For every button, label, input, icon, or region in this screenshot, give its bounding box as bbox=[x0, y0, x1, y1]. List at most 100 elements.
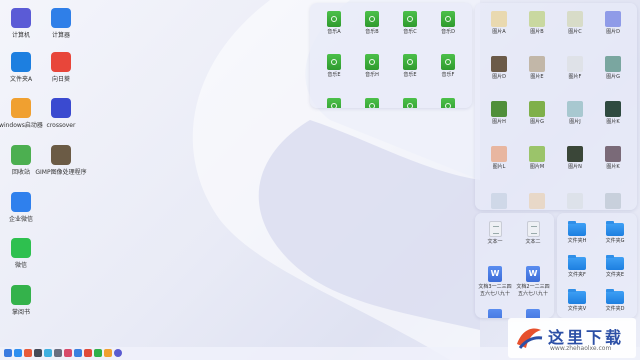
document-label: 文本二 bbox=[525, 239, 541, 245]
photo-file[interactable]: 图片E bbox=[519, 56, 555, 81]
photo-thumbnail-icon bbox=[491, 101, 507, 117]
photo-file[interactable]: 图片G bbox=[519, 101, 555, 126]
document-label: 文档3一二三四五六七八九十 bbox=[478, 284, 512, 297]
chat-icon[interactable] bbox=[94, 349, 102, 357]
photo-file-label: 图片D bbox=[492, 74, 506, 80]
music-file[interactable]: 音乐H bbox=[354, 54, 390, 79]
music-file[interactable]: 音乐B bbox=[354, 11, 390, 36]
photo-thumbnail-icon bbox=[567, 56, 583, 72]
terminal-icon[interactable] bbox=[34, 349, 42, 357]
store-icon[interactable] bbox=[44, 349, 52, 357]
wechat-icon bbox=[11, 238, 31, 258]
music-file-label: 音乐F bbox=[441, 72, 455, 78]
folder-item[interactable]: 文件夹H bbox=[559, 221, 595, 245]
documents-panel[interactable]: 文本一 文本二 W 文档3一二三四五六七八九十 W 文档2一二三四五六七八九十 bbox=[475, 213, 554, 318]
music-panel[interactable]: 音乐A 音乐B 音乐C 音乐D 音乐E 音乐H 音乐E 音乐F bbox=[310, 3, 472, 108]
music-player-icon[interactable] bbox=[74, 349, 82, 357]
photo-file[interactable]: 图片D bbox=[595, 11, 631, 36]
folder-item[interactable]: 文件夹G bbox=[597, 221, 633, 245]
folders-panel[interactable]: 文件夹H 文件夹G 文件夹F 文件夹E 文件夹V 文件夹D bbox=[557, 213, 637, 318]
windows-launcher-icon bbox=[11, 98, 31, 118]
music-file[interactable]: 音乐D bbox=[430, 11, 466, 36]
chrome-icon[interactable] bbox=[104, 349, 112, 357]
photo-file[interactable]: 图片C bbox=[557, 11, 593, 36]
clock-icon[interactable] bbox=[114, 349, 122, 357]
photo-thumbnail-icon bbox=[567, 101, 583, 117]
folder-label: 文件夹D bbox=[605, 306, 625, 312]
word-document[interactable]: W 文档2一二三四五六七八九十 bbox=[515, 266, 551, 298]
mail-icon[interactable] bbox=[64, 349, 72, 357]
folder-icon bbox=[606, 255, 624, 270]
music-file-icon bbox=[403, 11, 417, 27]
desktop-icon-wechat[interactable]: 微信 bbox=[0, 238, 52, 270]
photo-thumbnail-icon bbox=[529, 193, 545, 209]
launcher-icon[interactable] bbox=[4, 349, 12, 357]
calculator-icon bbox=[51, 8, 71, 28]
folder-item[interactable]: 文件夹F bbox=[559, 255, 595, 279]
text-document[interactable]: 文本一 bbox=[477, 221, 513, 246]
photo-thumbnail-icon bbox=[491, 11, 507, 27]
folder-item[interactable]: 文件夹E bbox=[597, 255, 633, 279]
photo-file-label: 图片M bbox=[529, 164, 545, 170]
text-document-icon bbox=[488, 221, 502, 237]
music-file[interactable]: 音乐E bbox=[316, 54, 352, 79]
file-manager-icon[interactable] bbox=[14, 349, 22, 357]
photo-file[interactable]: 图片F bbox=[557, 56, 593, 81]
photo-file[interactable]: 图片K bbox=[595, 101, 631, 126]
music-file[interactable]: 音乐C bbox=[392, 11, 428, 36]
music-file[interactable]: 音乐E bbox=[392, 54, 428, 79]
desktop-icon-sunflower-remote[interactable]: 向日葵 bbox=[30, 52, 92, 84]
photo-thumbnail-icon bbox=[529, 146, 545, 162]
photo-file[interactable]: 图片N bbox=[557, 146, 593, 171]
photo-file[interactable]: 图片L bbox=[481, 146, 517, 171]
photo-file-label: 图片B bbox=[530, 29, 544, 35]
word-document-icon: W bbox=[526, 266, 540, 282]
document-label: 文档2一二三四五六七八九十 bbox=[516, 284, 550, 297]
music-file-icon bbox=[403, 54, 417, 70]
photo-file-label: 图片J bbox=[569, 119, 581, 125]
folder-icon bbox=[606, 289, 624, 304]
photo-file[interactable]: 图片A bbox=[481, 11, 517, 36]
photo-file[interactable]: 图片J bbox=[557, 101, 593, 126]
desktop-icon-wecom[interactable]: 企业微信 bbox=[0, 192, 52, 224]
word-document[interactable]: W 文档3一二三四五六七八九十 bbox=[477, 266, 513, 298]
folder-item[interactable]: 文件夹V bbox=[559, 289, 595, 313]
photo-thumbnail-icon bbox=[491, 146, 507, 162]
photo-file[interactable]: 图片M bbox=[519, 146, 555, 171]
photo-file[interactable]: 图片H bbox=[481, 101, 517, 126]
computer-icon bbox=[11, 8, 31, 28]
text-document[interactable]: 文本二 bbox=[515, 221, 551, 246]
music-file[interactable]: 音乐A bbox=[316, 11, 352, 36]
photo-file-label: 图片H bbox=[492, 119, 506, 125]
photo-file[interactable]: 图片K bbox=[595, 146, 631, 171]
desktop-icon-gimp[interactable]: GIMP图像处理程序 bbox=[30, 145, 92, 177]
video-icon[interactable] bbox=[84, 349, 92, 357]
word-document-icon: W bbox=[488, 266, 502, 282]
trash-icon bbox=[11, 145, 31, 165]
folder-label: 文件夹V bbox=[567, 306, 587, 312]
photo-panel[interactable]: 图片A 图片B 图片C 图片D 图片D 图片E 图片F 图片G 图片H 图片G 图片J 图片K 图片L 图… bbox=[475, 3, 637, 210]
folder-item[interactable]: 文件夹D bbox=[597, 289, 633, 313]
photo-file-label: 图片K bbox=[606, 164, 620, 170]
photo-file[interactable]: 图片D bbox=[481, 56, 517, 81]
folder-icon bbox=[606, 221, 624, 236]
photo-file[interactable]: 图片G bbox=[595, 56, 631, 81]
photo-file-label: 图片A bbox=[492, 29, 506, 35]
photo-file[interactable]: 图片B bbox=[519, 11, 555, 36]
music-file-icon bbox=[327, 98, 341, 108]
desktop-icon-calculator[interactable]: 计算器 bbox=[30, 8, 92, 40]
desktop-icon-ebook[interactable]: 掌阅书 bbox=[0, 285, 52, 317]
music-file[interactable]: 音乐F bbox=[430, 54, 466, 79]
photo-thumbnail-icon bbox=[529, 56, 545, 72]
settings-icon[interactable] bbox=[54, 349, 62, 357]
sunflower-remote-icon bbox=[51, 52, 71, 72]
desktop-icon-crossover[interactable]: crossover bbox=[30, 98, 92, 130]
desktop-icon-label: 企业微信 bbox=[8, 216, 33, 223]
document-label: 文本一 bbox=[487, 239, 503, 245]
folder-icon bbox=[568, 255, 586, 270]
photo-thumbnail-icon bbox=[529, 101, 545, 117]
browser-icon[interactable] bbox=[24, 349, 32, 357]
music-file-label: 音乐C bbox=[403, 29, 417, 35]
folder-label: 文件夹G bbox=[605, 238, 625, 244]
music-file-label: 音乐E bbox=[403, 72, 417, 78]
